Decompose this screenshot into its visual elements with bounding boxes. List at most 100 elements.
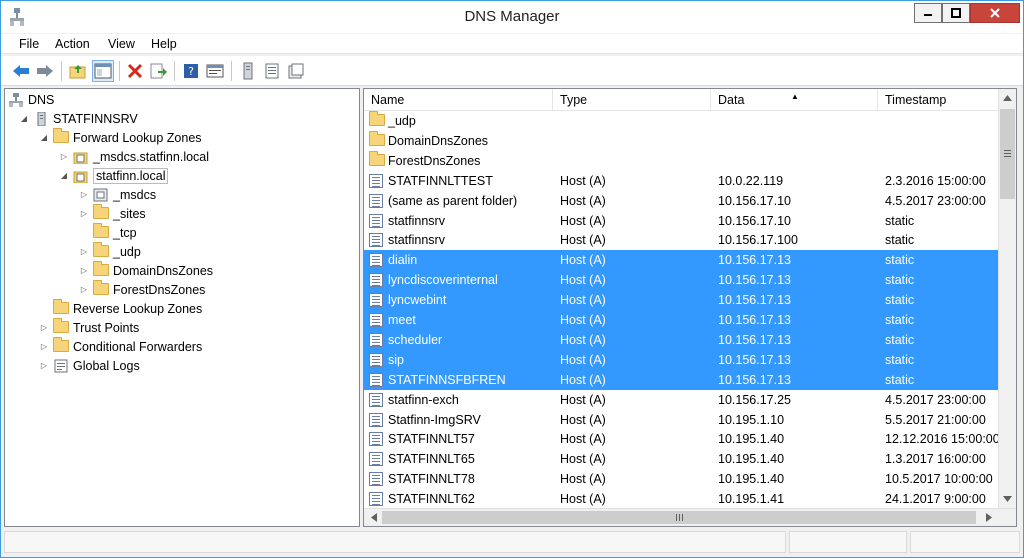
table-row[interactable]: statfinnsrv Host (A) 10.156.17.100 static [364, 230, 998, 250]
table-row[interactable]: STATFINNLT65 Host (A) 10.195.1.40 1.3.2017 … [364, 449, 998, 469]
table-row[interactable]: meet Host (A) 10.156.17.13 static [364, 310, 998, 330]
properties-button[interactable] [204, 60, 226, 82]
back-button[interactable] [10, 60, 32, 82]
zone-icon [73, 171, 88, 183]
close-button[interactable] [970, 3, 1020, 23]
table-row[interactable]: STATFINNLTTEST Host (A) 10.0.22.119 2.3.201… [364, 171, 998, 191]
table-row[interactable]: STATFINNSFBFREN Host (A) 10.156.17.13 stati… [364, 369, 998, 390]
table-row[interactable]: ForestDnsZones [364, 150, 998, 171]
cell-type: Host (A) [560, 233, 606, 248]
tree-item-statfinnsrv[interactable]: ◢ STATFINNSRV [19, 109, 138, 128]
table-row[interactable]: STATFINNLT78 Host (A) 10.195.1.40 10.5.2017… [364, 469, 998, 489]
table-row[interactable]: STATFINNLT57 Host (A) 10.195.1.40 12.12.201… [364, 429, 1000, 449]
scroll-right-button[interactable] [980, 509, 997, 526]
tree-item-udp[interactable]: ▷ _udp [79, 241, 141, 261]
host-record-icon [369, 392, 383, 407]
menu-view[interactable]: View [108, 37, 135, 51]
tree-item-msdcs-statfinn-local[interactable]: ▷ _msdcs.statfinn.local [59, 147, 209, 166]
maximize-button[interactable] [942, 3, 970, 23]
menu-help[interactable]: Help [151, 37, 177, 51]
tree-item-dns[interactable]: DNS [8, 90, 54, 109]
expand-arrow-icon[interactable]: ▷ [79, 190, 89, 199]
expand-arrow-icon[interactable]: ▷ [79, 285, 89, 294]
tree-item-domaindnszones[interactable]: ▷ DomainDnsZones [79, 260, 214, 280]
expand-arrow-icon[interactable]: ▷ [39, 361, 49, 370]
vertical-scroll-thumb[interactable] [1000, 109, 1015, 199]
zone-icon [288, 63, 304, 79]
row-icon [369, 253, 384, 268]
tree-item-trust-points[interactable]: ▷ Trust Points [39, 317, 139, 337]
cell-data: 10.156.17.13 [718, 293, 791, 308]
table-row[interactable]: dialin Host (A) 10.156.17.13 static [364, 250, 998, 271]
menu-action[interactable]: Action [55, 37, 90, 51]
up-one-level-button[interactable] [67, 60, 89, 82]
scroll-up-button[interactable] [999, 89, 1016, 106]
host-record-icon [369, 352, 383, 367]
column-header-name[interactable]: Name [364, 89, 553, 111]
tree-item-global-logs[interactable]: ▷ Global Logs [39, 356, 140, 375]
table-row[interactable]: _udp [364, 111, 998, 131]
tree-item-msdcs[interactable]: ▷ _msdcs [79, 185, 156, 204]
tree-item-sites[interactable]: ▷ _sites [79, 203, 146, 223]
cell-timestamp: 4.5.2017 23:00:00 [885, 193, 986, 208]
scroll-left-button[interactable] [365, 509, 382, 526]
table-row[interactable]: sip Host (A) 10.156.17.13 static [364, 349, 998, 370]
table-row[interactable]: DomainDnsZones [364, 130, 998, 151]
table-row[interactable]: statfinnsrv Host (A) 10.156.17.10 static [364, 211, 998, 231]
expand-arrow-icon[interactable]: ▷ [79, 266, 89, 275]
tree-item-tcp[interactable]: _tcp [79, 222, 137, 242]
zone-button[interactable] [285, 60, 307, 82]
tree-item-forward-lookup-zones[interactable]: ◢ Forward Lookup Zones [39, 127, 202, 147]
tree-item-label: _msdcs [113, 187, 157, 202]
table-row[interactable]: lyncwebint Host (A) 10.156.17.13 static [364, 290, 998, 311]
table-row[interactable]: (same as parent folder) Host (A) 10.156.17… [364, 191, 998, 211]
tree-item-statfinn-local[interactable]: ◢ statfinn.local [59, 166, 169, 185]
horizontal-scroll-thumb[interactable] [382, 511, 976, 524]
cell-name: ForestDnsZones [388, 153, 481, 168]
console-tree[interactable]: DNS ◢ STATFINNSRV ◢ Forward Lookup Zones… [4, 88, 360, 527]
server-button[interactable] [237, 60, 259, 82]
export-list-button[interactable] [148, 60, 170, 82]
tree-item-label: DomainDnsZones [113, 263, 214, 278]
table-row[interactable]: STATFINNLT62 Host (A) 10.195.1.41 24.1.2017… [364, 489, 998, 509]
menu-file[interactable]: File [19, 37, 39, 51]
results-list[interactable]: Name Type Data ▲ Timestamp _udp DomainDns… [363, 88, 1017, 527]
delete-button[interactable] [124, 60, 146, 82]
help-button[interactable]: ? [180, 60, 202, 82]
title-bar[interactable]: DNS Manager [1, 1, 1023, 33]
cell-data: 10.156.17.10 [718, 213, 791, 228]
cell-type: Host (A) [560, 273, 606, 288]
show-hide-console-tree-button[interactable] [92, 60, 114, 82]
tree-item-forestdnszones[interactable]: ▷ ForestDnsZones [79, 279, 205, 299]
table-row[interactable]: scheduler Host (A) 10.156.17.13 static [364, 329, 998, 350]
forward-button[interactable] [34, 60, 56, 82]
table-row[interactable]: Statfinn-ImgSRV Host (A) 10.195.1.10 5.5.20… [364, 410, 998, 430]
expand-arrow-icon[interactable]: ▷ [39, 323, 49, 332]
collapse-arrow-icon[interactable]: ◢ [59, 171, 69, 180]
table-row[interactable]: statfinn-exch Host (A) 10.156.17.25 4.5.201… [364, 390, 998, 410]
cell-name: DomainDnsZones [388, 133, 489, 148]
column-header-timestamp[interactable]: Timestamp [878, 89, 998, 111]
column-header-type[interactable]: Type [553, 89, 711, 111]
collapse-arrow-icon[interactable]: ◢ [39, 133, 49, 142]
tree-item-conditional-forwarders[interactable]: ▷ Conditional Forwarders [39, 336, 203, 356]
row-icon [369, 293, 384, 308]
expand-arrow-icon[interactable]: ▷ [59, 152, 69, 161]
grip-icon [1004, 150, 1011, 157]
dns-icon [9, 92, 23, 107]
host-record-icon [369, 233, 383, 248]
tree-item-reverse-lookup-zones[interactable]: Reverse Lookup Zones [39, 298, 202, 318]
scroll-down-button[interactable] [999, 490, 1016, 507]
list-view-button[interactable] [261, 60, 283, 82]
collapse-arrow-icon[interactable]: ◢ [19, 114, 29, 123]
horizontal-scrollbar[interactable] [364, 508, 1016, 526]
expand-arrow-icon[interactable]: ▷ [79, 247, 89, 256]
table-row[interactable]: lyncdiscoverinternal Host (A) 10.156.17.13… [364, 270, 998, 291]
vertical-scrollbar[interactable] [998, 89, 1016, 508]
cell-name: STATFINNLT62 [388, 492, 475, 507]
tree-item-label: Conditional Forwarders [73, 339, 203, 354]
log-icon [54, 359, 68, 372]
expand-arrow-icon[interactable]: ▷ [79, 209, 89, 218]
minimize-button[interactable] [914, 3, 942, 23]
expand-arrow-icon[interactable]: ▷ [39, 342, 49, 351]
